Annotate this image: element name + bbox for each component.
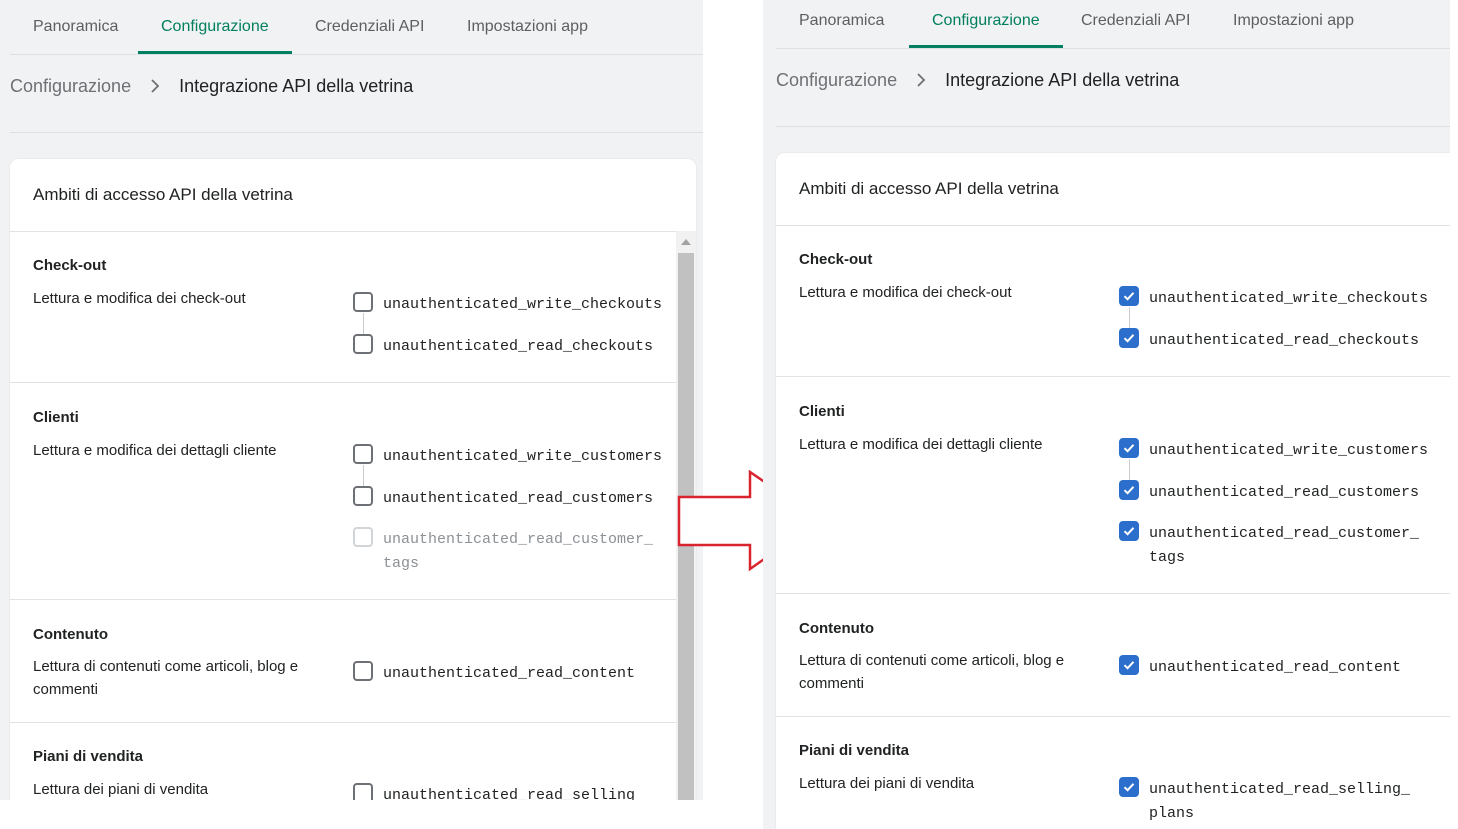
checkbox-read-checkouts[interactable] bbox=[353, 334, 373, 354]
breadcrumb-current: Integrazione API della vetrina bbox=[945, 70, 1180, 90]
section-title-checkout: Check-out bbox=[799, 251, 873, 268]
divider bbox=[776, 376, 1450, 377]
scroll-up-arrow-icon[interactable] bbox=[681, 239, 691, 245]
scope-label: unauthenticated_read_checkouts bbox=[383, 338, 654, 355]
section-desc-selling: Lettura dei piani di vendita bbox=[33, 781, 209, 798]
checkmark-icon bbox=[1123, 783, 1135, 792]
section-desc-content: Lettura di contenuti come articoli, blog… bbox=[799, 652, 1065, 692]
breadcrumb: Configurazione Integrazione API della ve… bbox=[776, 70, 1179, 91]
divider bbox=[776, 593, 1450, 594]
checkbox-write-checkouts[interactable] bbox=[353, 292, 373, 312]
checkbox-write-customers[interactable] bbox=[1119, 438, 1139, 458]
tab-credenziali-api[interactable]: Credenziali API bbox=[292, 0, 447, 54]
breadcrumb-parent-link[interactable]: Configurazione bbox=[10, 76, 131, 96]
scope-connector bbox=[363, 465, 364, 487]
tab-bar: Panoramica Configurazione Credenziali AP… bbox=[776, 0, 1450, 49]
section-desc-content: Lettura di contenuti come articoli, blog… bbox=[33, 658, 299, 698]
card-title: Ambiti di accesso API della vetrina bbox=[799, 179, 1059, 198]
checkbox-write-checkouts[interactable] bbox=[1119, 286, 1139, 306]
scope-label: unauthenticated_read_customer_ tags bbox=[1149, 525, 1420, 566]
divider bbox=[776, 225, 1450, 226]
checkbox-read-customers[interactable] bbox=[1119, 480, 1139, 500]
tab-configurazione[interactable]: Configurazione bbox=[138, 0, 292, 54]
checkmark-icon bbox=[1123, 661, 1135, 670]
scope-label: unauthenticated_read_selling bbox=[383, 787, 636, 800]
section-title-content: Contenuto bbox=[799, 620, 874, 637]
section-desc-customers: Lettura e modifica dei dettagli cliente bbox=[33, 442, 277, 459]
chevron-right-icon bbox=[916, 70, 926, 91]
scope-label: unauthenticated_write_customers bbox=[1149, 442, 1429, 459]
tab-credenziali-api[interactable]: Credenziali API bbox=[1058, 0, 1213, 48]
breadcrumb: Configurazione Integrazione API della ve… bbox=[10, 76, 413, 97]
tab-configurazione[interactable]: Configurazione bbox=[909, 0, 1063, 48]
section-title-selling: Piani di vendita bbox=[33, 748, 144, 765]
divider bbox=[10, 231, 696, 232]
checkmark-icon bbox=[1123, 444, 1135, 453]
scope-label: unauthenticated_write_checkouts bbox=[383, 296, 663, 313]
divider bbox=[776, 126, 1450, 127]
tab-panoramica[interactable]: Panoramica bbox=[776, 0, 907, 48]
section-desc-customers: Lettura e modifica dei dettagli cliente bbox=[799, 436, 1043, 453]
section-desc-checkout: Lettura e modifica dei check-out bbox=[799, 284, 1012, 301]
section-title-customers: Clienti bbox=[33, 409, 79, 426]
checkbox-read-content[interactable] bbox=[353, 661, 373, 681]
divider bbox=[10, 599, 676, 600]
scope-label: unauthenticated_read_customer_ tags bbox=[383, 531, 654, 572]
section-desc-checkout: Lettura e modifica dei check-out bbox=[33, 290, 246, 307]
section-title-checkout: Check-out bbox=[33, 257, 107, 274]
scope-label: unauthenticated_read_customers bbox=[383, 490, 654, 507]
checkmark-icon bbox=[1123, 334, 1135, 343]
tab-bar: Panoramica Configurazione Credenziali AP… bbox=[10, 0, 703, 55]
scopes-card: Ambiti di accesso API della vetrina Chec… bbox=[10, 159, 696, 800]
divider bbox=[10, 722, 676, 723]
checkbox-read-selling[interactable] bbox=[353, 783, 373, 800]
scopes-card: Ambiti di accesso API della vetrina Chec… bbox=[776, 153, 1450, 829]
checkbox-read-content[interactable] bbox=[1119, 655, 1139, 675]
checkbox-write-customers[interactable] bbox=[353, 444, 373, 464]
scope-label: unauthenticated_read_content bbox=[1149, 659, 1402, 676]
checkbox-read-selling-plans[interactable] bbox=[1119, 777, 1139, 797]
scope-label: unauthenticated_write_checkouts bbox=[1149, 290, 1429, 307]
tab-impostazioni-app[interactable]: Impostazioni app bbox=[444, 0, 611, 54]
checkbox-read-customer-tags[interactable] bbox=[1119, 521, 1139, 541]
card-title: Ambiti di accesso API della vetrina bbox=[33, 185, 293, 204]
section-title-content: Contenuto bbox=[33, 626, 108, 643]
divider bbox=[10, 132, 703, 133]
section-title-customers: Clienti bbox=[799, 403, 845, 420]
divider bbox=[776, 716, 1450, 717]
scope-label: unauthenticated_read_content bbox=[383, 665, 636, 682]
breadcrumb-current: Integrazione API della vetrina bbox=[179, 76, 414, 96]
scope-label: unauthenticated_read_checkouts bbox=[1149, 332, 1420, 349]
scope-connector bbox=[1129, 307, 1130, 329]
scope-label: unauthenticated_read_selling_ plans bbox=[1149, 781, 1411, 822]
divider bbox=[10, 382, 676, 383]
section-title-selling: Piani di vendita bbox=[799, 742, 910, 759]
tab-impostazioni-app[interactable]: Impostazioni app bbox=[1210, 0, 1377, 48]
checkbox-read-checkouts[interactable] bbox=[1119, 328, 1139, 348]
checkbox-read-customer-tags bbox=[353, 527, 373, 547]
tab-panoramica[interactable]: Panoramica bbox=[10, 0, 141, 54]
scope-label: unauthenticated_read_customers bbox=[1149, 484, 1420, 501]
section-desc-selling: Lettura dei piani di vendita bbox=[799, 775, 975, 792]
checkmark-icon bbox=[1123, 486, 1135, 495]
scope-label: unauthenticated_write_customers bbox=[383, 448, 663, 465]
checkmark-icon bbox=[1123, 527, 1135, 536]
before-panel: Panoramica Configurazione Credenziali AP… bbox=[0, 0, 703, 800]
checkmark-icon bbox=[1123, 292, 1135, 301]
breadcrumb-parent-link[interactable]: Configurazione bbox=[776, 70, 897, 90]
scope-connector bbox=[1129, 459, 1130, 481]
chevron-right-icon bbox=[150, 76, 160, 97]
scope-connector bbox=[363, 313, 364, 335]
checkbox-read-customers[interactable] bbox=[353, 486, 373, 506]
after-panel: Panoramica Configurazione Credenziali AP… bbox=[763, 0, 1450, 829]
